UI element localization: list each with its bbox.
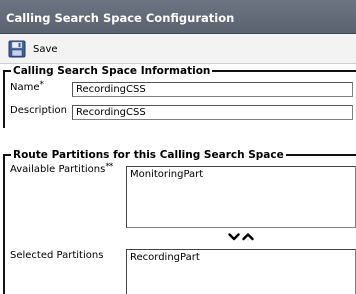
- required-marker: *: [39, 80, 45, 90]
- move-partition-controls: [228, 232, 258, 244]
- title-bar: Calling Search Space Configuration: [0, 0, 356, 34]
- description-input[interactable]: RecordingCSS: [72, 105, 353, 120]
- toolbar: Save: [0, 34, 356, 64]
- available-partitions-marker: **: [105, 162, 113, 172]
- description-field-label: Description: [10, 105, 67, 116]
- name-input-value: RecordingCSS: [76, 84, 146, 95]
- page-title: Calling Search Space Configuration: [6, 11, 235, 25]
- route-partitions-legend: Route Partitions for this Calling Search…: [13, 149, 284, 161]
- chevron-up-icon[interactable]: [242, 232, 254, 244]
- description-input-value: RecordingCSS: [76, 107, 146, 118]
- list-item[interactable]: RecordingPart: [130, 252, 352, 264]
- save-label: Save: [33, 43, 58, 55]
- name-field-label: Name*: [10, 80, 45, 93]
- available-partitions-listbox[interactable]: MonitoringPart: [126, 166, 356, 228]
- save-button[interactable]: Save: [8, 40, 58, 58]
- chevron-down-icon[interactable]: [228, 232, 240, 244]
- name-input[interactable]: RecordingCSS: [72, 82, 353, 97]
- name-label-text: Name: [10, 82, 40, 93]
- available-partitions-label-text: Available Partitions: [10, 164, 106, 175]
- available-partitions-label: Available Partitions**: [10, 162, 113, 175]
- info-section-legend: Calling Search Space Information: [13, 65, 211, 77]
- selected-partitions-listbox[interactable]: RecordingPart: [126, 249, 356, 294]
- selected-partitions-label: Selected Partitions: [10, 250, 104, 261]
- list-item[interactable]: MonitoringPart: [130, 169, 352, 181]
- floppy-disk-icon: [8, 40, 26, 58]
